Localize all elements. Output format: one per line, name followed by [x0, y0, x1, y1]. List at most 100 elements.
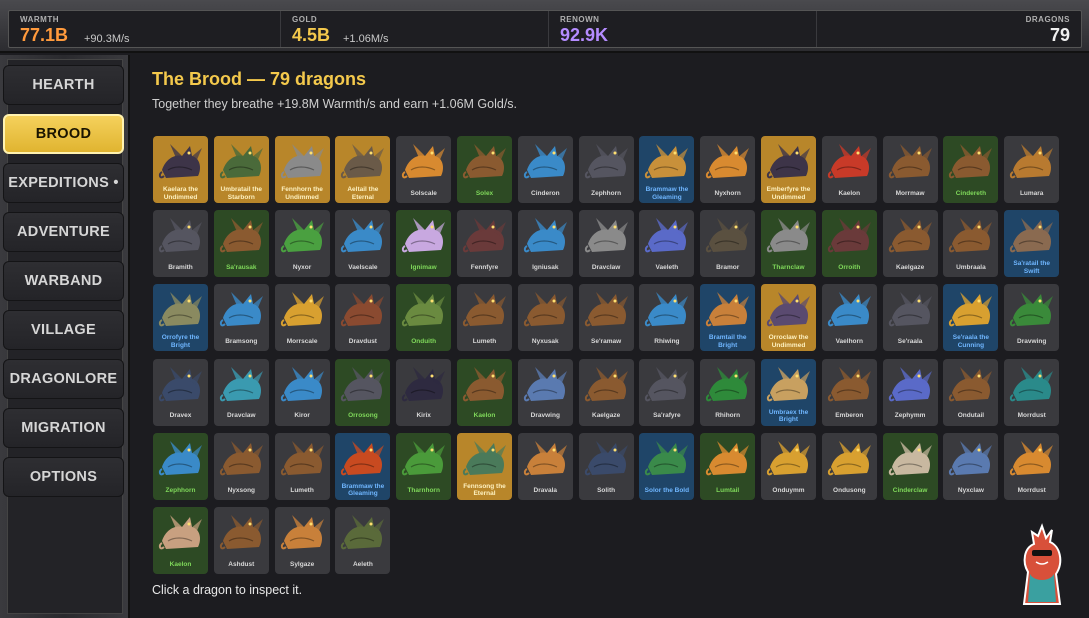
dragon-icon — [949, 218, 993, 253]
dragon-card[interactable]: Bramith — [153, 210, 208, 278]
dragon-card[interactable]: Ondusong — [821, 432, 877, 500]
dragon-card[interactable]: Vaeleth — [639, 210, 695, 278]
dragon-card[interactable]: Fennsong the Eternal — [457, 432, 512, 500]
nav-village[interactable]: VILLAGE — [3, 310, 124, 350]
dragon-card[interactable]: Morrdust — [1004, 432, 1060, 500]
dragon-card[interactable]: Kiror — [274, 358, 330, 426]
dragon-card[interactable]: Dravala — [517, 432, 573, 500]
dragon-card[interactable]: Tharnclaw — [761, 210, 816, 278]
dragon-card[interactable]: Zephymm — [882, 358, 938, 426]
dragon-name: Onduymm — [772, 486, 805, 494]
dragon-card[interactable]: Sa'rausak — [213, 210, 269, 278]
dragon-card[interactable]: Kaelgaze — [882, 210, 938, 278]
dragon-card[interactable]: Lumeth — [457, 284, 512, 352]
dragon-icon — [219, 144, 263, 179]
dragon-card[interactable]: Orrofyre the Bright — [153, 284, 208, 352]
dragon-card[interactable]: Orrosong — [335, 358, 391, 426]
dragon-card[interactable]: Dravclaw — [213, 358, 269, 426]
dragon-card[interactable]: Sylgaze — [274, 507, 330, 574]
dragon-card[interactable]: Se'raala — [882, 284, 938, 352]
dragon-card[interactable]: Fennfyre — [457, 210, 512, 278]
mascot-dragon-icon[interactable] — [1012, 522, 1072, 612]
dragon-card[interactable]: Fennhorn the Undimmed — [274, 136, 330, 203]
dragon-card[interactable]: Dravclaw — [578, 210, 634, 278]
nav-dragonlore[interactable]: DRAGONLORE — [3, 359, 124, 399]
dragon-card[interactable]: Onduymm — [761, 432, 816, 500]
dragon-card[interactable]: Dravex — [153, 358, 208, 426]
dragon-card[interactable]: Nyxsong — [213, 432, 269, 500]
dragon-card[interactable]: Rhihorn — [700, 358, 756, 426]
nav-options[interactable]: OPTIONS — [3, 457, 124, 497]
dragon-card[interactable]: Brammaw the Gleaming — [639, 136, 695, 203]
dragon-card[interactable]: Nyxor — [274, 210, 330, 278]
dragon-card[interactable]: Kaelon — [153, 507, 208, 574]
dragon-card[interactable]: Morrdust — [1004, 358, 1060, 426]
dragon-card[interactable]: Aeleth — [335, 507, 391, 574]
dragon-icon — [888, 366, 932, 401]
dragon-name: Kaelgaze — [592, 412, 621, 420]
dragon-card[interactable]: Cinderclaw — [882, 432, 938, 500]
dragon-card[interactable]: Ashdust — [213, 507, 269, 574]
dragon-icon — [706, 218, 750, 253]
dragon-card[interactable]: Sa'rafyre — [639, 358, 695, 426]
dragon-name: Dravdust — [348, 338, 377, 346]
dragon-card[interactable]: Solscale — [396, 136, 452, 203]
dragon-card[interactable]: Igniusak — [517, 210, 573, 278]
nav-hearth[interactable]: HEARTH — [3, 65, 124, 105]
nav-brood[interactable]: BROOD — [3, 114, 124, 154]
dragon-card[interactable]: Zephhorn — [153, 432, 208, 500]
dragon-card[interactable]: Nyxhorn — [700, 136, 756, 203]
nav-warband[interactable]: WARBAND — [3, 261, 124, 301]
dragon-card[interactable]: Morrmaw — [882, 136, 938, 203]
dragon-name: Onduith — [411, 338, 437, 346]
dragon-card[interactable]: Dravdust — [335, 284, 391, 352]
dragon-card[interactable]: Nyxclaw — [943, 432, 999, 500]
dragon-card[interactable]: Morrscale — [274, 284, 330, 352]
nav-adventure[interactable]: ADVENTURE — [3, 212, 124, 252]
dragon-card[interactable]: Kaelon — [821, 136, 877, 203]
dragon-card[interactable]: Ondutail — [943, 358, 999, 426]
dragon-icon — [706, 144, 750, 179]
dragon-card[interactable]: Nyxusak — [517, 284, 573, 352]
dragon-card[interactable]: Se'ramaw — [578, 284, 634, 352]
dragon-card[interactable]: Emberfyre the Undimmed — [761, 136, 816, 203]
dragon-card[interactable]: Bramtail the Bright — [700, 284, 756, 352]
dragon-card[interactable]: Aeltail the Eternal — [335, 136, 391, 203]
dragon-card[interactable]: Tharnhorn — [396, 432, 452, 500]
dragon-card[interactable]: Kaelon — [457, 358, 512, 426]
dragon-card[interactable]: Zephhorn — [578, 136, 634, 203]
dragon-card[interactable]: Brammaw the Gleaming — [335, 432, 391, 500]
dragon-card[interactable]: Lumara — [1004, 136, 1060, 203]
dragon-card[interactable]: Solex — [457, 136, 512, 203]
dragon-card[interactable]: Lumeth — [274, 432, 330, 500]
dragon-card[interactable]: Lumtail — [700, 432, 756, 500]
dragon-card[interactable]: Kaelgaze — [578, 358, 634, 426]
dragon-card[interactable]: Sa'ratail the Swift — [1004, 210, 1060, 278]
dragon-card[interactable]: Cindereth — [943, 136, 999, 203]
dragon-card[interactable]: Solith — [578, 432, 634, 500]
dragon-card[interactable]: Ignimaw — [396, 210, 452, 278]
dragon-card[interactable]: Rhiwing — [639, 284, 695, 352]
dragon-card[interactable]: Umbraala — [943, 210, 999, 278]
dragon-card[interactable]: Kirix — [396, 358, 452, 426]
dragon-card[interactable]: Kaelara the Undimmed — [153, 136, 208, 203]
nav-expeditions[interactable]: EXPEDITIONS • — [3, 163, 124, 203]
dragon-card[interactable]: Orroclaw the Undimmed — [761, 284, 816, 352]
dragon-card[interactable]: Orroith — [821, 210, 877, 278]
dragon-card[interactable]: Dravwing — [517, 358, 573, 426]
dragon-card[interactable]: Umbraex the Bright — [761, 358, 816, 426]
nav-migration[interactable]: MIGRATION — [3, 408, 124, 448]
dragon-card[interactable]: Vaelhorn — [821, 284, 877, 352]
dragon-card[interactable]: Umbratail the Starborn — [213, 136, 269, 203]
dragon-card[interactable]: Onduith — [396, 284, 452, 352]
dragon-card[interactable]: Dravwing — [1004, 284, 1060, 352]
dragon-card[interactable]: Bramor — [700, 210, 756, 278]
dragon-card[interactable]: Emberon — [821, 358, 877, 426]
dragon-card[interactable]: Bramsong — [213, 284, 269, 352]
dragon-card[interactable]: Solor the Bold — [639, 432, 695, 500]
dragon-card[interactable]: Se'raala the Cunning — [943, 284, 999, 352]
dragon-icon — [706, 440, 750, 476]
dragon-card[interactable]: Vaelscale — [335, 210, 391, 278]
dragon-card[interactable]: Cinderon — [517, 136, 573, 203]
dragon-icon — [341, 366, 385, 401]
